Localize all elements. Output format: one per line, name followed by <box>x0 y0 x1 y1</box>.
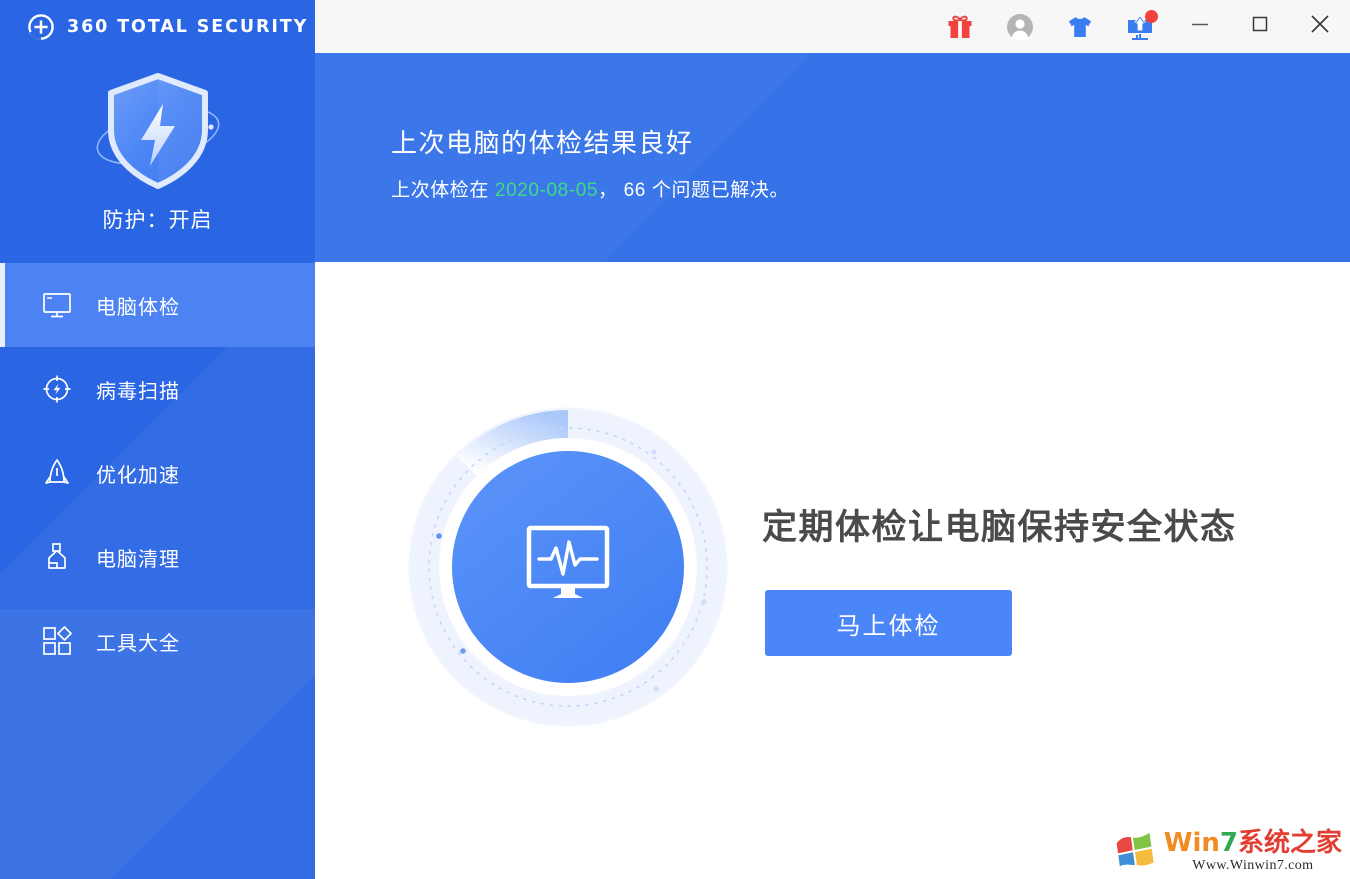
banner-sub-comma: ， <box>598 180 618 201</box>
banner-sub-prefix: 上次体检在 <box>391 180 489 201</box>
start-checkup-button[interactable]: 马上体检 <box>765 590 1012 656</box>
minimize-button[interactable] <box>1170 0 1230 53</box>
protection-status: 防护：开启 <box>0 204 315 234</box>
gift-icon <box>945 12 975 42</box>
notification-badge <box>1145 10 1158 23</box>
minimize-icon <box>1189 13 1211 40</box>
monitor-icon <box>40 288 74 322</box>
brand: 360 TOTAL SECURITY <box>26 11 308 43</box>
banner-issue-count: 66 <box>624 180 646 201</box>
sidebar: 360 TOTAL SECURITY <box>0 0 315 879</box>
status-banner: 上次电脑的体检结果良好 上次体检在 2020-08-05， 66 个问题已解决。 <box>315 53 1350 262</box>
feedback-button[interactable] <box>1110 0 1170 53</box>
virus-scan-radar-icon <box>40 372 74 406</box>
watermark-part3: 系统之家 <box>1238 828 1342 858</box>
account-button[interactable] <box>990 0 1050 53</box>
sidebar-item-pc-clean[interactable]: 电脑清理 <box>0 515 315 599</box>
banner-title: 上次电脑的体检结果良好 <box>391 123 694 160</box>
watermark-url: Www.Winwin7.com <box>1164 859 1342 873</box>
sidebar-item-virus-scan[interactable]: 病毒扫描 <box>0 347 315 431</box>
user-avatar-icon <box>1005 12 1035 42</box>
watermark-texts: Win7系统之家 Www.Winwin7.com <box>1164 830 1342 873</box>
title-bar <box>315 0 1350 53</box>
shield-graphic-wrap <box>0 62 315 207</box>
rocket-icon <box>40 456 74 490</box>
banner-last-check-date: 2020-08-05 <box>495 180 598 201</box>
watermark-part2: 7 <box>1220 828 1238 858</box>
skin-button[interactable] <box>1050 0 1110 53</box>
tshirt-icon <box>1065 12 1095 42</box>
app-window: 360 TOTAL SECURITY <box>0 0 1350 879</box>
page-headline: 定期体检让电脑保持安全状态 <box>762 499 1237 550</box>
banner-sub-suffix: 个问题已解决。 <box>652 180 789 201</box>
windows-flag-icon <box>1112 831 1158 873</box>
sidebar-item-label: 病毒扫描 <box>96 375 180 404</box>
title-bar-icons <box>930 0 1350 53</box>
brand-name: 360 TOTAL SECURITY <box>67 17 308 37</box>
main-content: 定期体检让电脑保持安全状态 马上体检 Win7系统之家 Www.Winwin7.… <box>315 262 1350 879</box>
maximize-icon <box>1249 13 1271 40</box>
sidebar-item-label: 电脑体检 <box>96 291 180 320</box>
sidebar-item-pc-checkup[interactable]: 电脑体检 <box>0 263 315 347</box>
banner-subtitle: 上次体检在 2020-08-05， 66 个问题已解决。 <box>391 175 789 202</box>
sidebar-item-label: 工具大全 <box>96 627 180 656</box>
360-plus-circle-icon <box>26 12 56 42</box>
sidebar-item-optimize[interactable]: 优化加速 <box>0 431 315 515</box>
gift-button[interactable] <box>930 0 990 53</box>
close-icon <box>1307 11 1333 42</box>
shield-lightning-orbit-icon <box>83 62 233 207</box>
toolbox-grid-icon <box>40 624 74 658</box>
maximize-button[interactable] <box>1230 0 1290 53</box>
watermark-part1: Win <box>1164 828 1220 858</box>
close-button[interactable] <box>1290 0 1350 53</box>
broom-icon <box>40 540 74 574</box>
checkup-gauge[interactable] <box>403 402 733 732</box>
site-watermark: Win7系统之家 Www.Winwin7.com <box>1112 830 1342 873</box>
sidebar-item-label: 优化加速 <box>96 459 180 488</box>
sidebar-item-label: 电脑清理 <box>96 543 180 572</box>
sidebar-item-toolbox[interactable]: 工具大全 <box>0 599 315 683</box>
watermark-title: Win7系统之家 <box>1164 830 1342 856</box>
sidebar-nav: 电脑体检 病毒扫描 <box>0 263 315 683</box>
